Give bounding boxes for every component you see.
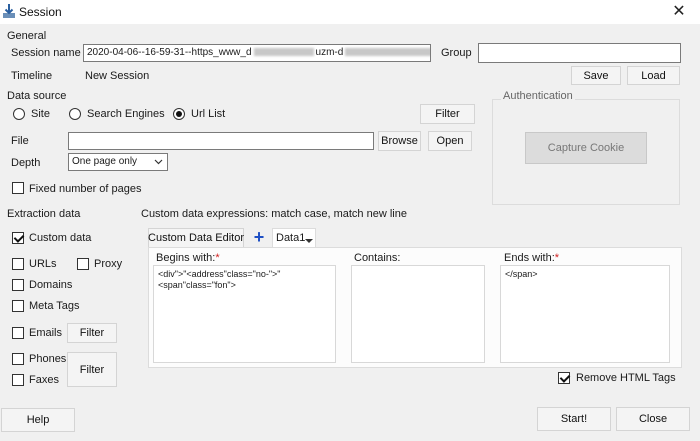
radio-site-label: Site [31,108,50,120]
contains-textarea[interactable] [351,265,485,363]
radio-search-engines-circle[interactable] [69,108,81,120]
load-button[interactable]: Load [627,66,680,85]
ends-with-textarea[interactable]: </span> [500,265,670,363]
proxy-checkbox-box[interactable] [77,258,89,270]
custom-data-checkbox[interactable] [12,232,24,247]
radio-url-list-label: Url List [191,108,226,120]
required-mark: * [215,252,220,264]
save-button[interactable]: Save [571,66,621,85]
radio-site[interactable] [13,108,25,123]
custom-expressions-section-label: Custom data expressions: match case, mat… [141,208,407,220]
urls-checkbox[interactable] [12,258,24,273]
urls-label: URLs [29,258,57,270]
custom-data-checkbox-box[interactable] [12,232,24,244]
data-source-section-label: Data source [7,90,67,102]
faxes-checkbox-box[interactable] [12,374,24,386]
phones-checkbox-box[interactable] [12,353,24,365]
meta-tags-checkbox[interactable] [12,300,24,315]
radio-url-list[interactable] [173,108,185,123]
urls-checkbox-box[interactable] [12,258,24,270]
browse-button[interactable]: Browse [378,131,421,151]
general-section-label: General [7,30,47,42]
close-button[interactable]: Close [616,407,690,431]
add-icon[interactable]: + [251,227,267,247]
faxes-label: Faxes [29,374,59,386]
emails-checkbox-box[interactable] [12,327,24,339]
fixed-pages-checkbox[interactable] [12,182,24,197]
app-download-icon [3,4,15,18]
radio-site-circle[interactable] [13,108,25,120]
help-button[interactable]: Help [1,408,75,432]
group-label: Group [441,47,472,59]
emails-filter-button[interactable]: Filter [67,323,117,343]
remove-html-label: Remove HTML Tags [576,372,676,384]
chevron-down-icon [154,159,163,165]
tab-dropdown-icon [305,239,313,243]
timeline-value: New Session [85,70,150,82]
fixed-pages-checkbox-box[interactable] [12,182,24,194]
file-label: File [11,135,29,147]
begins-with-text: Begins with: [156,252,216,264]
domains-checkbox[interactable] [12,279,24,294]
authentication-label: Authentication [501,90,575,102]
begins-with-label: Begins with:* [156,252,220,264]
begins-with-textarea[interactable]: <div">"<address"class="no-">" <span"clas… [153,265,336,363]
domains-checkbox-box[interactable] [12,279,24,291]
ends-with-text: Ends with: [504,252,555,264]
timeline-label: Timeline [11,70,53,82]
capture-cookie-button[interactable]: Capture Cookie [525,132,647,164]
depth-select-value: One page only [72,156,138,167]
domains-label: Domains [29,279,73,291]
data-source-filter-button[interactable]: Filter [420,104,475,124]
proxy-label: Proxy [94,258,123,270]
open-button[interactable]: Open [428,131,472,151]
close-icon[interactable]: ✕ [668,2,690,22]
session-name-text-mid: uzm-d [315,47,344,58]
title-bar [0,0,700,24]
fixed-pages-label: Fixed number of pages [29,183,142,195]
faxes-checkbox[interactable] [12,374,24,389]
radio-url-list-circle[interactable] [173,108,185,120]
group-input[interactable] [478,43,681,63]
phones-faxes-filter-button[interactable]: Filter [67,352,117,387]
radio-search-engines[interactable] [69,108,81,123]
radio-search-engines-label: Search Engines [87,108,165,120]
phones-label: Phones [29,353,67,365]
extraction-data-section-label: Extraction data [7,208,81,220]
meta-tags-checkbox-box[interactable] [12,300,24,312]
remove-html-checkbox-box[interactable] [558,372,570,384]
session-name-text-prefix: 2020-04-06--16-59-31--https_www_d [87,47,252,58]
data-tab[interactable]: Data1 [272,228,316,248]
window-title: Session [19,5,62,19]
custom-data-label: Custom data [29,232,92,244]
start-button[interactable]: Start! [537,407,611,431]
required-mark: * [554,252,560,264]
custom-data-editor-button[interactable]: Custom Data Editor [148,228,244,248]
file-input[interactable] [68,132,374,150]
session-name-label: Session name [11,47,81,59]
contains-label: Contains: [354,252,401,264]
phones-checkbox[interactable] [12,353,24,368]
ends-with-label: Ends with:* [504,252,559,264]
proxy-checkbox[interactable] [77,258,89,273]
redacted-block [253,48,314,57]
depth-select[interactable]: One page only [68,153,168,171]
depth-label: Depth [11,157,41,169]
session-name-input[interactable]: 2020-04-06--16-59-31--https_www_duzm-dn [83,44,431,62]
redacted-block [345,48,430,57]
meta-tags-label: Meta Tags [29,300,80,312]
remove-html-checkbox[interactable] [558,372,570,387]
data-tab-label: Data1 [276,232,306,244]
emails-label: Emails [29,327,63,339]
emails-checkbox[interactable] [12,327,24,342]
